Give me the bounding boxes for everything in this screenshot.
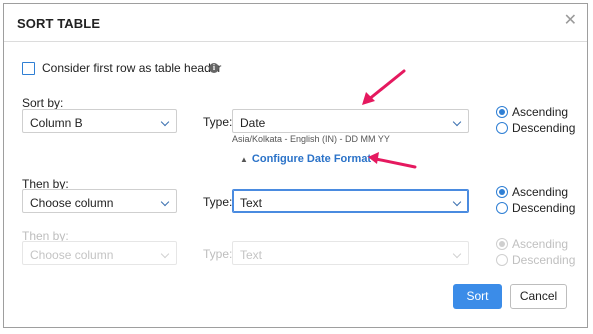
then-by-descending-radio[interactable] bbox=[496, 202, 508, 214]
then-by-descending-label: Descending bbox=[512, 201, 576, 215]
configure-date-format-link[interactable]: ▲ Configure Date Format bbox=[240, 153, 371, 165]
sort-button[interactable]: Sort bbox=[453, 284, 502, 309]
then-by-column-value: Choose column bbox=[30, 196, 114, 210]
sort-by-ascending-label: Ascending bbox=[512, 105, 569, 119]
then-by-type-select[interactable]: Text bbox=[232, 189, 469, 213]
sort-by-descending-radio[interactable] bbox=[496, 122, 508, 134]
configure-date-format-text: Configure Date Format bbox=[251, 153, 372, 165]
then-by-2-type-value: Text bbox=[240, 248, 263, 262]
sort-by-column-select[interactable]: Column B bbox=[22, 109, 177, 133]
dialog-title: SORT TABLE bbox=[17, 16, 101, 31]
chevron-down-icon bbox=[160, 249, 170, 259]
sort-by-label: Sort by: bbox=[22, 96, 64, 110]
header-row-label: Consider first row as table header bbox=[42, 61, 222, 75]
cancel-button[interactable]: Cancel bbox=[510, 284, 567, 309]
info-icon[interactable]: i bbox=[209, 63, 219, 73]
then-by-2-type-label: Type: bbox=[203, 247, 233, 261]
then-by-2-ascending-label: Ascending bbox=[512, 237, 569, 251]
sort-by-descending-label: Descending bbox=[512, 121, 576, 135]
dialog-header: SORT TABLE ✕ bbox=[4, 4, 587, 42]
then-by-ascending-radio[interactable] bbox=[496, 186, 508, 198]
then-by-2-ascending-radio[interactable] bbox=[496, 238, 508, 250]
then-by-ascending-label: Ascending bbox=[512, 185, 569, 199]
then-by-type-label: Type: bbox=[203, 195, 233, 209]
then-by-2-column-select[interactable]: Choose column bbox=[22, 241, 177, 265]
close-icon[interactable]: ✕ bbox=[564, 13, 577, 29]
sort-table-dialog: SORT TABLE ✕ bbox=[3, 3, 588, 328]
chevron-down-icon bbox=[160, 117, 170, 127]
then-by-2-descending-label: Descending bbox=[512, 253, 576, 267]
chevron-down-icon bbox=[452, 249, 462, 259]
date-format-hint: Asia/Kolkata - English (IN) - DD MM YY bbox=[232, 134, 390, 144]
chevron-down-icon bbox=[452, 117, 462, 127]
sort-by-type-select[interactable]: Date bbox=[232, 109, 469, 133]
then-by-2-column-value: Choose column bbox=[30, 248, 114, 262]
sort-by-ascending-radio[interactable] bbox=[496, 106, 508, 118]
then-by-column-select[interactable]: Choose column bbox=[22, 189, 177, 213]
chevron-down-icon bbox=[160, 197, 170, 207]
sort-by-type-value: Date bbox=[240, 116, 266, 130]
caret-up-icon: ▲ bbox=[240, 155, 248, 164]
header-row-checkbox[interactable] bbox=[22, 62, 35, 75]
then-by-type-value: Text bbox=[240, 196, 263, 210]
chevron-down-icon bbox=[452, 197, 462, 207]
sort-by-type-label: Type: bbox=[203, 115, 233, 129]
then-by-2-descending-radio[interactable] bbox=[496, 254, 508, 266]
sort-by-column-value: Column B bbox=[30, 116, 83, 130]
then-by-2-type-select[interactable]: Text bbox=[232, 241, 469, 265]
